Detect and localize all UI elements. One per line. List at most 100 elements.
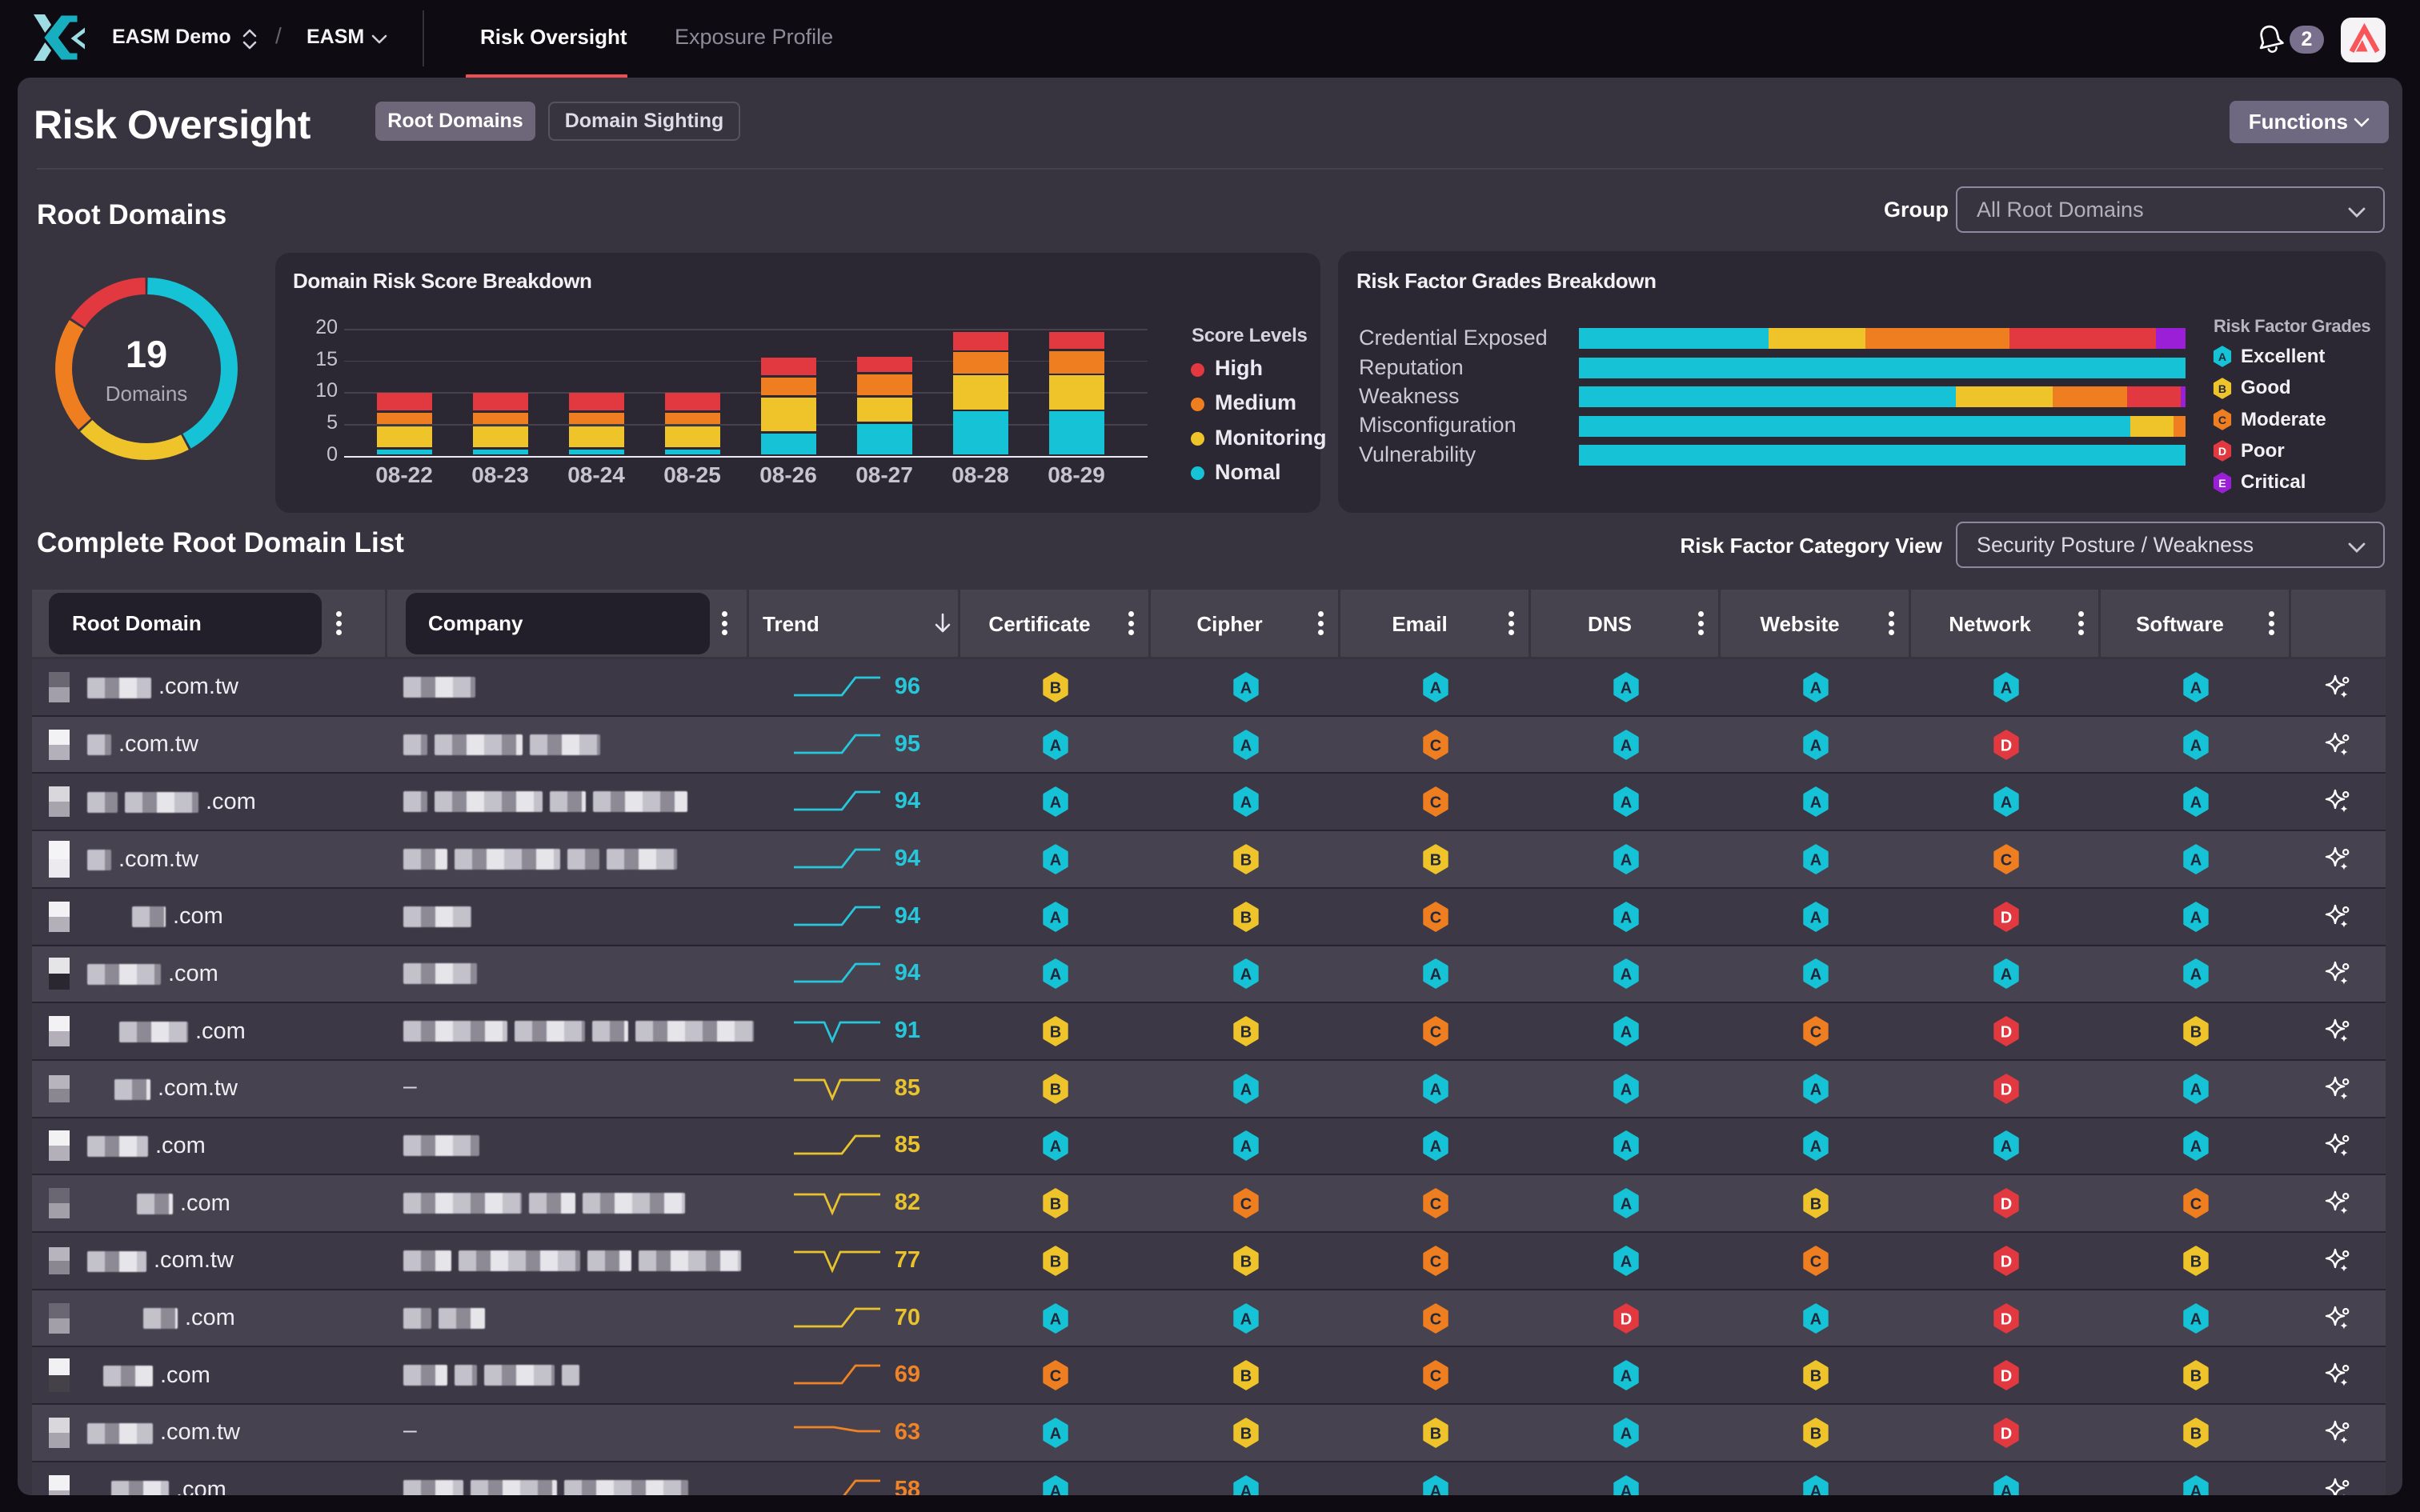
svg-text:A: A (2190, 1081, 2202, 1098)
svg-text:C: C (1430, 1024, 1441, 1042)
svg-text:A: A (2190, 1138, 2202, 1156)
svg-text:A: A (2190, 1482, 2202, 1495)
svg-text:A: A (2190, 794, 2202, 812)
svg-text:A: A (1430, 679, 1441, 697)
svg-text:C: C (2218, 414, 2226, 426)
svg-text:D: D (2000, 1310, 2011, 1328)
svg-text:A: A (1620, 1081, 1631, 1098)
svg-text:B: B (2190, 1024, 2202, 1042)
svg-text:A: A (2190, 852, 2202, 870)
svg-text:A: A (1430, 966, 1441, 984)
svg-text:B: B (1240, 909, 1251, 926)
svg-text:A: A (1050, 909, 1061, 926)
svg-text:A: A (1810, 679, 1821, 697)
svg-text:A: A (1620, 737, 1631, 754)
svg-text:A: A (1050, 1138, 1061, 1156)
svg-text:B: B (1050, 1253, 1061, 1270)
svg-text:A: A (1810, 794, 1821, 812)
svg-text:A: A (2000, 1138, 2011, 1156)
svg-text:D: D (2000, 1425, 2011, 1442)
svg-text:A: A (1620, 1138, 1631, 1156)
svg-text:B: B (1810, 1425, 1821, 1442)
svg-text:B: B (1050, 1024, 1061, 1042)
svg-text:A: A (1620, 1024, 1631, 1042)
svg-text:C: C (1430, 1368, 1441, 1386)
svg-text:A: A (2190, 966, 2202, 984)
svg-text:C: C (1810, 1024, 1821, 1042)
svg-text:A: A (1620, 1482, 1631, 1495)
svg-text:A: A (2000, 794, 2011, 812)
svg-text:A: A (1240, 1081, 1251, 1098)
svg-text:A: A (1810, 1138, 1821, 1156)
svg-text:A: A (2190, 1310, 2202, 1328)
svg-text:A: A (2190, 909, 2202, 926)
svg-text:D: D (2000, 737, 2011, 754)
svg-text:B: B (1240, 852, 1251, 870)
svg-text:A: A (1050, 966, 1061, 984)
svg-text:A: A (1810, 966, 1821, 984)
svg-text:D: D (1620, 1310, 1631, 1328)
svg-text:C: C (1430, 1310, 1441, 1328)
svg-text:C: C (1430, 1196, 1441, 1214)
svg-text:A: A (1240, 1310, 1251, 1328)
svg-text:D: D (2218, 445, 2226, 458)
svg-text:D: D (2000, 1196, 2011, 1214)
svg-text:A: A (2000, 1482, 2011, 1495)
svg-text:A: A (2000, 679, 2011, 697)
svg-text:D: D (2000, 1368, 2011, 1386)
svg-text:A: A (1810, 909, 1821, 926)
svg-text:C: C (1050, 1368, 1061, 1386)
svg-text:B: B (1430, 852, 1441, 870)
svg-text:C: C (1430, 737, 1441, 754)
svg-text:C: C (1240, 1196, 1251, 1214)
svg-text:B: B (2190, 1253, 2202, 1270)
svg-text:B: B (2190, 1425, 2202, 1442)
svg-text:A: A (1620, 1196, 1631, 1214)
svg-text:A: A (1240, 737, 1251, 754)
svg-text:A: A (1620, 966, 1631, 984)
svg-text:B: B (1810, 1368, 1821, 1386)
svg-text:A: A (1810, 852, 1821, 870)
svg-text:A: A (1430, 1138, 1441, 1156)
svg-text:A: A (1620, 1253, 1631, 1270)
svg-text:A: A (1810, 1081, 1821, 1098)
svg-text:C: C (1430, 794, 1441, 812)
svg-text:A: A (1240, 679, 1251, 697)
svg-text:A: A (1050, 1482, 1061, 1495)
svg-text:C: C (2190, 1196, 2202, 1214)
svg-text:A: A (1620, 909, 1631, 926)
svg-text:D: D (2000, 1024, 2011, 1042)
svg-text:A: A (2218, 350, 2226, 363)
svg-text:A: A (1050, 794, 1061, 812)
svg-text:C: C (1430, 1253, 1441, 1270)
svg-text:B: B (1050, 679, 1061, 697)
svg-text:E: E (2218, 476, 2226, 489)
svg-text:B: B (2218, 382, 2226, 394)
svg-text:A: A (1240, 966, 1251, 984)
svg-text:A: A (1050, 1425, 1061, 1442)
svg-text:B: B (1240, 1368, 1251, 1386)
svg-text:A: A (1430, 1081, 1441, 1098)
svg-text:B: B (1430, 1425, 1441, 1442)
svg-text:C: C (1810, 1253, 1821, 1270)
svg-text:D: D (2000, 1081, 2011, 1098)
svg-text:C: C (2000, 852, 2011, 870)
svg-text:A: A (1240, 794, 1251, 812)
svg-text:A: A (1620, 679, 1631, 697)
svg-text:A: A (1240, 1482, 1251, 1495)
svg-text:B: B (2190, 1368, 2202, 1386)
svg-text:A: A (1810, 737, 1821, 754)
svg-text:D: D (2000, 909, 2011, 926)
svg-text:A: A (2190, 679, 2202, 697)
svg-text:B: B (1240, 1253, 1251, 1270)
svg-text:A: A (2000, 966, 2011, 984)
svg-text:A: A (1240, 1138, 1251, 1156)
svg-text:B: B (1240, 1024, 1251, 1042)
svg-text:A: A (1430, 1482, 1441, 1495)
svg-text:B: B (1050, 1196, 1061, 1214)
svg-text:A: A (1050, 1310, 1061, 1328)
svg-text:B: B (1050, 1081, 1061, 1098)
svg-text:A: A (1050, 852, 1061, 870)
svg-text:D: D (2000, 1253, 2011, 1270)
svg-text:A: A (1050, 737, 1061, 754)
